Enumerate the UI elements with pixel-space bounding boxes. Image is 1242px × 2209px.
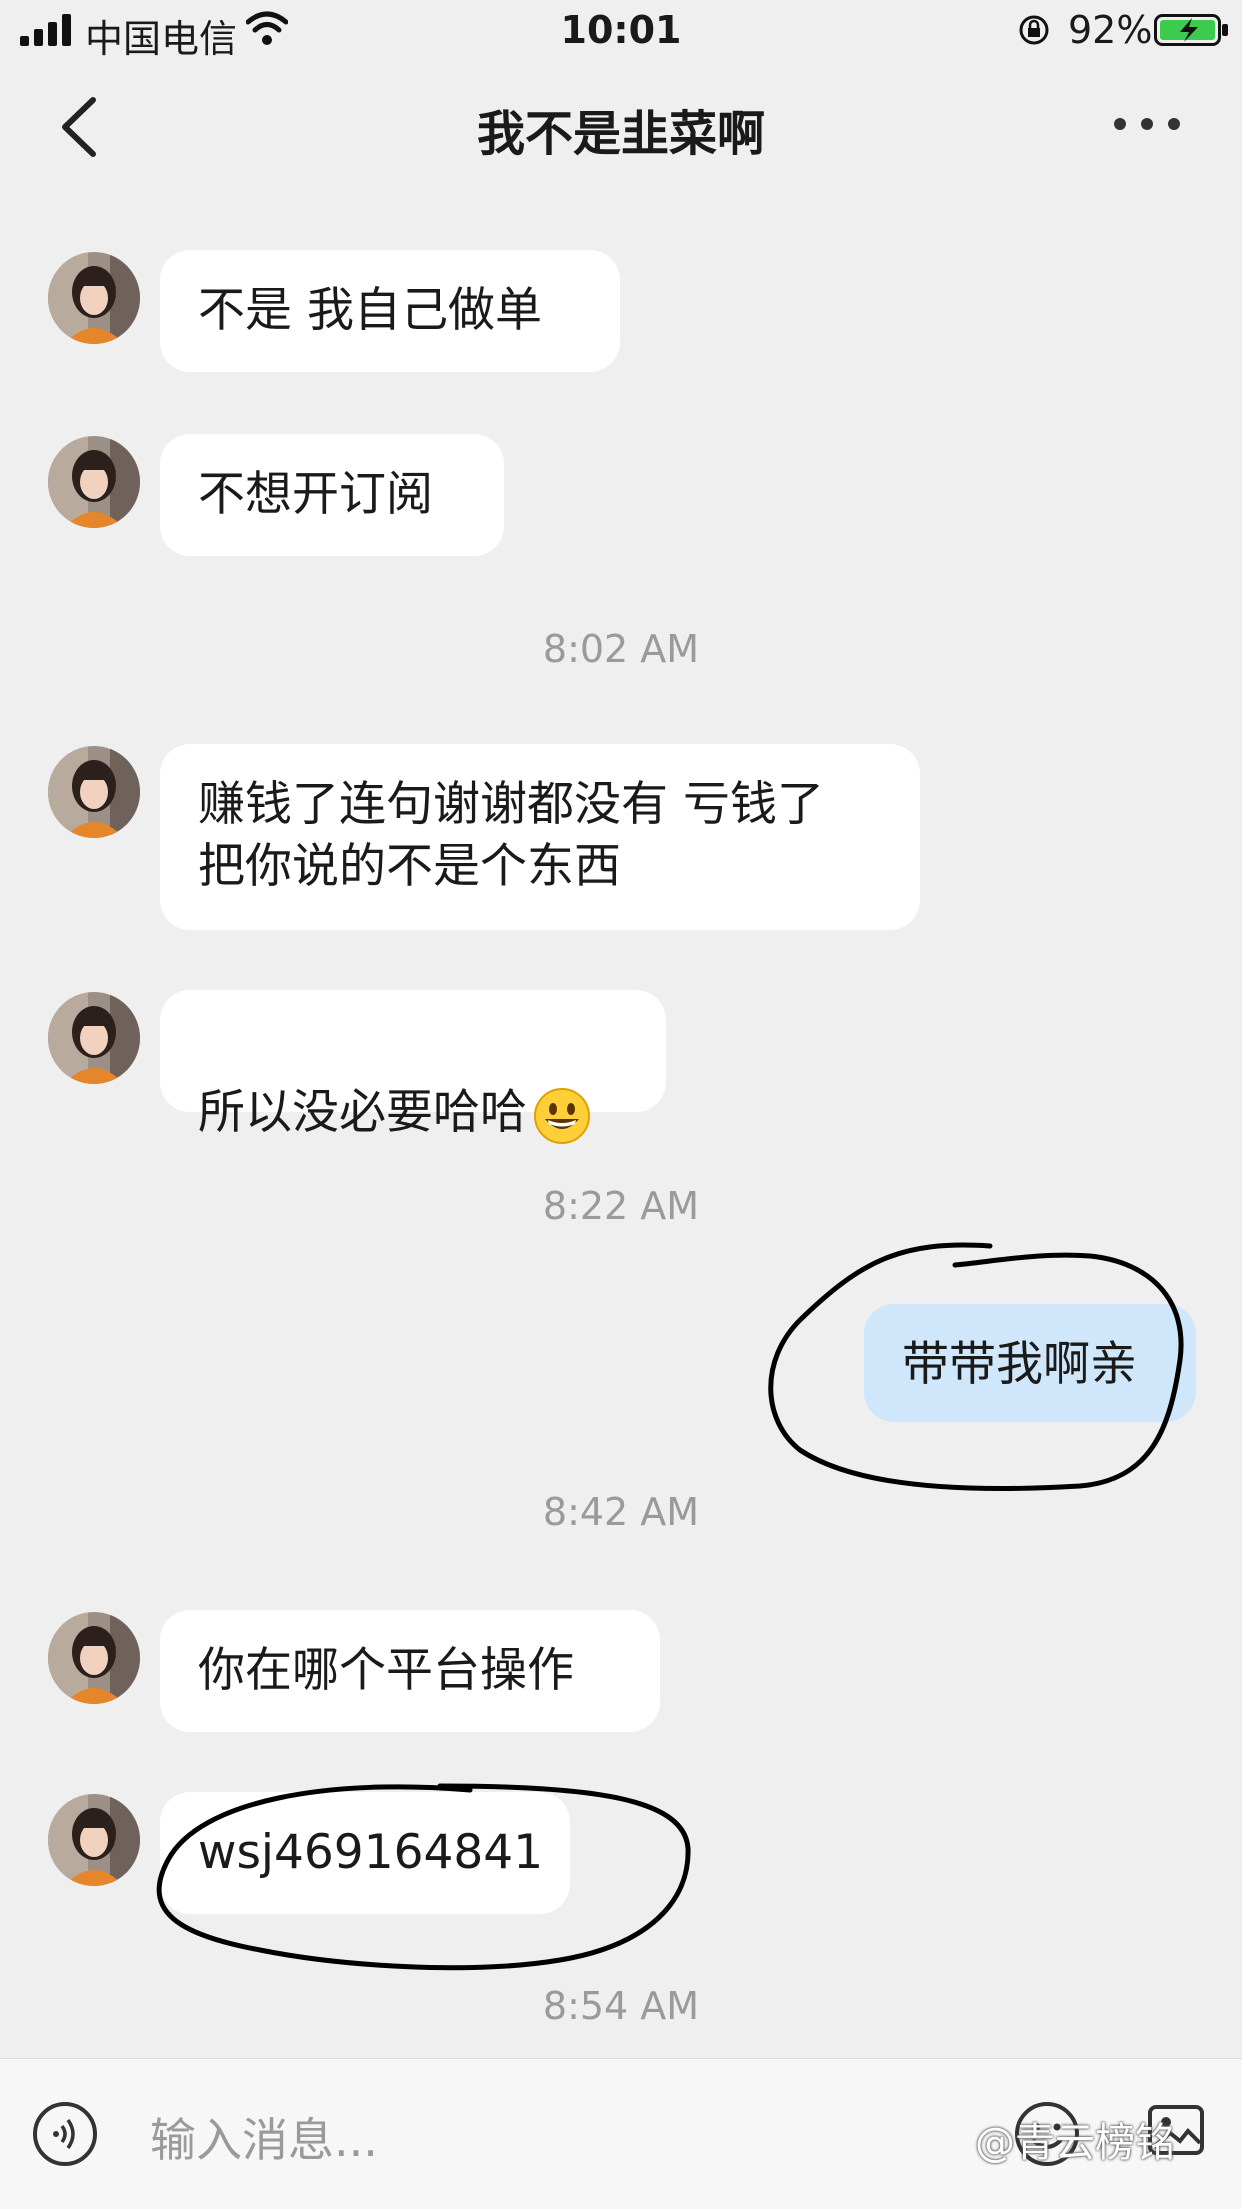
- battery-percent: 92%: [1068, 8, 1153, 52]
- message-timestamp: 8:42 AM: [542, 1490, 700, 1534]
- more-dots-icon[interactable]: [1112, 114, 1182, 134]
- message-bubble-incoming[interactable]: wsj469164841: [160, 1792, 570, 1914]
- chat-title: 我不是韭菜啊: [476, 106, 765, 162]
- message-bubble-incoming[interactable]: 赚钱了连句谢谢都没有 亏钱了 把你说的不是个东西: [160, 744, 920, 930]
- battery-charging-icon: [1154, 14, 1228, 46]
- message-input[interactable]: [148, 2109, 752, 2171]
- avatar-image: [48, 436, 140, 528]
- grinning-face-emoji: [534, 1087, 590, 1144]
- contact-avatar[interactable]: [48, 992, 140, 1084]
- status-bar: 中国电信 10:01 92%: [0, 0, 1242, 62]
- message-bubble-incoming[interactable]: 所以没必要哈哈: [160, 990, 666, 1144]
- contact-avatar[interactable]: [48, 252, 140, 344]
- nav-bar: 我不是韭菜啊: [0, 62, 1242, 188]
- rotation-lock-icon: [1019, 15, 1049, 45]
- message-timestamp: 8:22 AM: [542, 1184, 700, 1228]
- avatar-image: [48, 1612, 140, 1704]
- avatar-image: [48, 746, 140, 838]
- contact-avatar[interactable]: [48, 1794, 140, 1886]
- message-bubble-outgoing[interactable]: 带带我啊亲: [864, 1304, 1196, 1422]
- avatar-image: [48, 992, 140, 1084]
- message-bubble-incoming[interactable]: 你在哪个平台操作: [160, 1610, 660, 1732]
- message-bubble-incoming[interactable]: 不是 我自己做单: [160, 250, 620, 372]
- contact-avatar[interactable]: [48, 436, 140, 528]
- voice-icon[interactable]: [30, 2099, 100, 2169]
- status-time: 10:01: [560, 8, 682, 52]
- avatar-image: [48, 1794, 140, 1886]
- contact-avatar[interactable]: [48, 746, 140, 838]
- message-timestamp: 8:54 AM: [542, 1984, 700, 2028]
- avatar-image: [48, 252, 140, 344]
- message-timestamp: 8:02 AM: [542, 627, 700, 671]
- message-bubble-incoming[interactable]: 不想开订阅: [160, 434, 504, 556]
- watermark-text: @青云榜铭: [975, 2120, 1175, 2166]
- message-text: 所以没必要哈哈: [198, 1085, 527, 1140]
- contact-avatar[interactable]: [48, 1612, 140, 1704]
